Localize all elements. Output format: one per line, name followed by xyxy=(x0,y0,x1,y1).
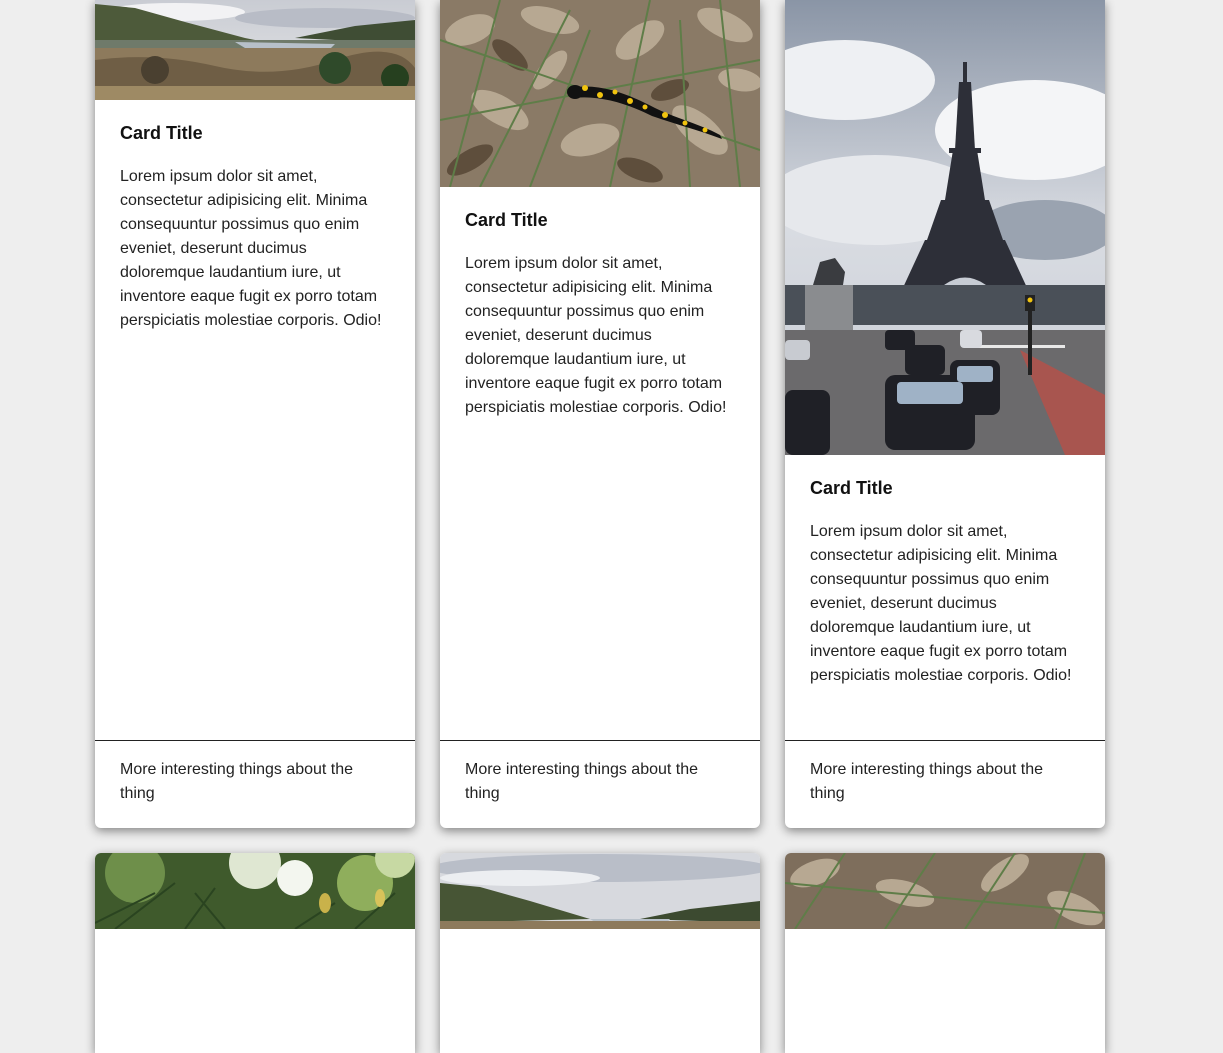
card xyxy=(95,853,415,1053)
eiffel-tower-image xyxy=(785,0,1105,455)
card xyxy=(440,853,760,1053)
card-text: Lorem ipsum dolor sit amet, consectetur … xyxy=(465,255,727,416)
fire-salamander-image xyxy=(440,0,760,187)
card-body: Card Title Lorem ipsum dolor sit amet, c… xyxy=(440,187,760,420)
card xyxy=(785,853,1105,1053)
card-title: Card Title xyxy=(465,210,548,230)
card-footer: More interesting things about the thing xyxy=(95,740,415,828)
card-image xyxy=(95,853,415,929)
card-text: Lorem ipsum dolor sit amet, consectetur … xyxy=(810,523,1072,684)
card-title: Card Title xyxy=(810,478,893,498)
card-title: Card Title xyxy=(120,123,203,143)
card: Card Title Lorem ipsum dolor sit amet, c… xyxy=(440,0,760,828)
valley-landscape-image xyxy=(95,0,415,100)
card-body: Card Title Lorem ipsum dolor sit amet, c… xyxy=(95,100,415,333)
card: Card Title Lorem ipsum dolor sit amet, c… xyxy=(95,0,415,828)
card: Card Title Lorem ipsum dolor sit amet, c… xyxy=(785,0,1105,828)
card-footer: More interesting things about the thing xyxy=(440,740,760,828)
card-image xyxy=(785,853,1105,929)
card-image xyxy=(785,0,1105,455)
card-body: Card Title Lorem ipsum dolor sit amet, c… xyxy=(785,455,1105,688)
valley-landscape-image xyxy=(440,853,760,929)
card-image xyxy=(95,0,415,100)
card-image xyxy=(440,853,760,929)
card-text: Lorem ipsum dolor sit amet, consectetur … xyxy=(120,168,382,329)
card-image xyxy=(440,0,760,187)
card-footer: More interesting things about the thing xyxy=(785,740,1105,828)
pine-branch-image xyxy=(95,853,415,929)
fire-salamander-image xyxy=(785,853,1105,929)
